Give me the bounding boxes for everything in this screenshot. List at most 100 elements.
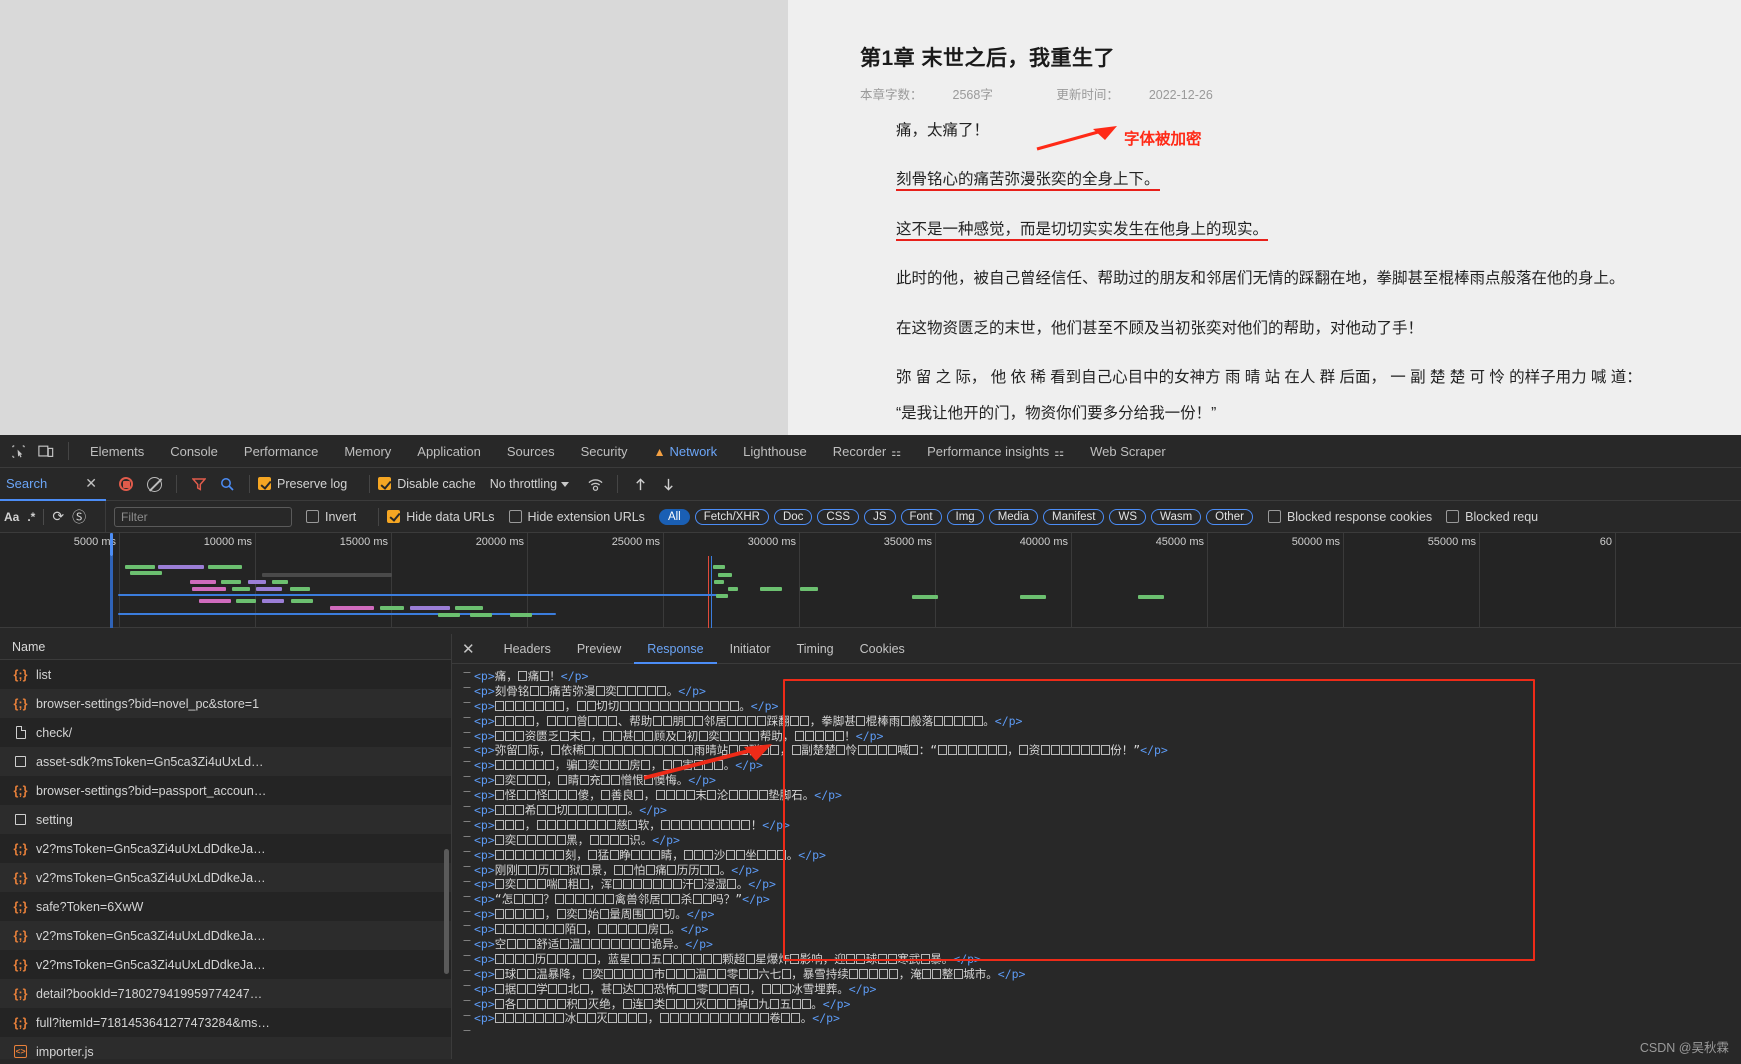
export-har-icon[interactable] — [654, 471, 682, 497]
table-row[interactable]: {;} v2?msToken=Gn5ca3Zi4uUxLdDdkeJa… — [0, 950, 451, 979]
network-filter-bar: Aa .* ⟳ Ⓢ Invert Hide data URLs Hide ext… — [0, 500, 1741, 533]
table-row[interactable]: {;} v2?msToken=Gn5ca3Zi4uUxLdDdkeJa… — [0, 834, 451, 863]
chevron-down-icon[interactable] — [561, 481, 570, 487]
network-overview-timeline[interactable]: 5000 ms 10000 ms 15000 ms 20000 ms 25000… — [0, 533, 1741, 628]
tab-performance-insights[interactable]: Performance insights ⚏ — [914, 435, 1077, 468]
blocked-response-cookies-checkbox[interactable]: Blocked response cookies — [1267, 509, 1432, 524]
type-filter-wasm[interactable]: Wasm — [1151, 508, 1202, 525]
type-filter-fetch-xhr[interactable]: Fetch/XHR — [694, 508, 769, 525]
tab-performance[interactable]: Performance — [231, 435, 331, 468]
tab-lighthouse[interactable]: Lighthouse — [730, 435, 820, 468]
hide-data-urls-checkbox[interactable]: Hide data URLs — [387, 509, 495, 524]
search-icon[interactable] — [213, 471, 241, 497]
tab-console[interactable]: Console — [157, 435, 231, 468]
filter-icon[interactable] — [185, 471, 213, 497]
timeline-tick: 30000 ms — [747, 536, 796, 548]
type-filter-other[interactable]: Other — [1206, 508, 1253, 525]
close-icon[interactable]: ✕ — [462, 640, 475, 658]
devtools-panel: Elements Console Performance Memory Appl… — [0, 435, 1741, 1064]
json-icon: {;} — [13, 986, 28, 1001]
waterfall-bar — [236, 599, 256, 603]
response-body-code[interactable]: <p>痛，痛！</p> <p>刻骨铭 痛苦弥漫奕。</p> <p>，切切 。</p> <p… — [452, 665, 1741, 1059]
paragraph: 痛，太痛了！ — [896, 122, 990, 139]
timeline-cursor[interactable] — [110, 533, 113, 556]
tab-application[interactable]: Application — [404, 435, 494, 468]
throttling-select[interactable]: No throttling — [490, 477, 557, 491]
table-row[interactable]: {;} detail?bookId=7180279419959774247… — [0, 979, 451, 1008]
preserve-log-checkbox[interactable]: Preserve log — [258, 477, 347, 491]
type-filter-img[interactable]: Img — [946, 508, 984, 525]
filter-input[interactable] — [114, 506, 292, 527]
device-toolbar-icon[interactable] — [32, 438, 60, 464]
waterfall-bar — [272, 580, 288, 584]
update-time: 更新时间： 2022-12-26 — [1056, 88, 1213, 102]
type-filter-doc[interactable]: Doc — [773, 508, 813, 525]
json-icon: {;} — [13, 783, 28, 798]
tab-elements[interactable]: Elements — [77, 435, 157, 468]
type-filter-media[interactable]: Media — [988, 508, 1039, 525]
regex-icon[interactable]: .* — [27, 510, 35, 524]
clear-search-icon[interactable]: Ⓢ — [72, 507, 86, 527]
table-row[interactable]: {;} v2?msToken=Gn5ca3Zi4uUxLdDdkeJa… — [0, 863, 451, 892]
waterfall-bar — [262, 599, 284, 603]
tab-web-scraper[interactable]: Web Scraper — [1077, 435, 1179, 468]
code-line: <p>刚刚历狱景，怕痛历历 。</p> — [474, 862, 759, 877]
type-filter-ws[interactable]: WS — [1109, 508, 1147, 525]
request-list-header[interactable]: Name — [0, 634, 451, 660]
tab-response[interactable]: Response — [634, 634, 716, 664]
type-filter-js[interactable]: JS — [864, 508, 896, 525]
inspect-element-icon[interactable] — [4, 438, 32, 464]
type-filter-css[interactable]: CSS — [817, 508, 860, 525]
checkbox-icon — [1267, 509, 1281, 523]
tab-sources[interactable]: Sources — [494, 435, 568, 468]
tab-preview[interactable]: Preview — [564, 634, 634, 664]
type-filter-manifest[interactable]: Manifest — [1043, 508, 1105, 525]
table-row[interactable]: setting — [0, 805, 451, 834]
clear-button[interactable] — [140, 471, 168, 497]
timeline-tick: 10000 ms — [203, 536, 252, 548]
tab-headers[interactable]: Headers — [491, 634, 564, 664]
table-row[interactable]: {;} safe?Token=6XwW — [0, 892, 451, 921]
table-row[interactable]: check/ — [0, 718, 451, 747]
chapter-meta: 本章字数： 2568字 更新时间： 2022-12-26 — [860, 84, 1273, 103]
tab-network[interactable]: ▲ Network — [641, 435, 731, 468]
disable-cache-checkbox[interactable]: Disable cache — [378, 477, 476, 491]
scrollbar-thumb[interactable] — [444, 849, 449, 974]
close-icon[interactable]: ✕ — [85, 475, 97, 492]
import-har-icon[interactable] — [626, 471, 654, 497]
table-row[interactable]: asset-sdk?msToken=Gn5ca3Zi4uUxLd… — [0, 747, 451, 776]
timeline-dom-content-loaded-marker — [708, 556, 709, 628]
table-row[interactable]: {;} v2?msToken=Gn5ca3Zi4uUxLdDdkeJa… — [0, 921, 451, 950]
hide-extension-urls-checkbox[interactable]: Hide extension URLs — [508, 509, 645, 524]
plain-icon — [12, 814, 29, 825]
record-button[interactable] — [112, 471, 140, 497]
refresh-icon[interactable]: ⟳ — [52, 508, 64, 525]
search-options-strip: Aa .* ⟳ Ⓢ — [0, 500, 106, 533]
tab-initiator[interactable]: Initiator — [717, 634, 784, 664]
invert-checkbox[interactable]: Invert — [306, 509, 356, 524]
tab-memory[interactable]: Memory — [331, 435, 404, 468]
document-icon — [12, 726, 29, 739]
table-row[interactable]: <> importer.js — [0, 1037, 451, 1059]
table-row[interactable]: {;} full?itemId=7181453641277473284&ms… — [0, 1008, 451, 1037]
wifi-settings-icon[interactable] — [581, 471, 609, 497]
table-row[interactable]: {;} browser-settings?bid=passport_accoun… — [0, 776, 451, 805]
match-case-icon[interactable]: Aa — [4, 510, 19, 524]
request-detail-panel: ✕ Headers Preview Response Initiator Tim… — [452, 634, 1741, 1059]
request-list[interactable]: Name {;} list {;} browser-settings?bid=nov… — [0, 634, 452, 1059]
table-row[interactable]: {;} list — [0, 660, 451, 689]
code-line: <p> 陌，房。</p> — [474, 922, 709, 937]
type-filter-font[interactable]: Font — [900, 508, 942, 525]
blocked-requests-checkbox[interactable]: Blocked requ — [1446, 509, 1538, 524]
waterfall-bar — [438, 613, 460, 617]
tab-cookies[interactable]: Cookies — [847, 634, 918, 664]
divider — [249, 475, 250, 493]
type-filter-all[interactable]: All — [658, 508, 690, 525]
annotation-arrow-icon — [643, 744, 772, 780]
tab-security[interactable]: Security — [568, 435, 641, 468]
waterfall-bar — [713, 565, 725, 569]
search-drawer-tab[interactable]: Search ✕ — [0, 468, 106, 501]
table-row[interactable]: {;} browser-settings?bid=novel_pc&store=1 — [0, 689, 451, 718]
tab-timing[interactable]: Timing — [784, 634, 847, 664]
tab-recorder[interactable]: Recorder ⚏ — [820, 435, 914, 468]
